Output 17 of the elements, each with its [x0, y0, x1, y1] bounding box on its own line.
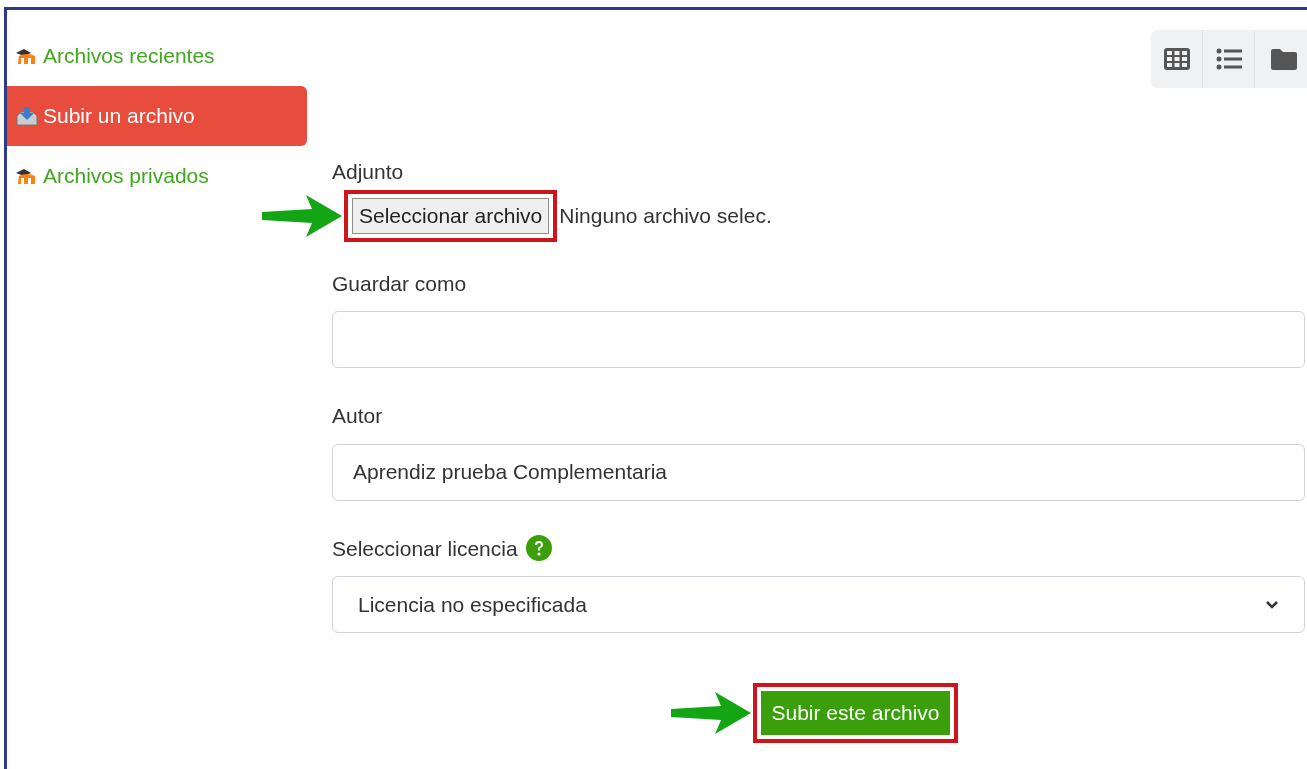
chevron-down-icon: [1265, 599, 1279, 610]
field-label: Adjunto: [332, 160, 404, 183]
sidebar-item[interactable]: Archivos recientes: [7, 26, 307, 86]
field-label: Seleccionar licencia: [332, 535, 518, 562]
inbox-upload-icon: [15, 106, 39, 126]
text-field[interactable]: [332, 311, 1305, 368]
field-label: Autor: [332, 403, 383, 429]
help-icon[interactable]: [525, 535, 552, 562]
field-label: Guardar como: [332, 270, 467, 297]
sidebar-item[interactable]: Subir un archivo: [7, 86, 307, 146]
sidebar-item[interactable]: Archivos privados: [7, 146, 307, 206]
license-select[interactable]: Licencia no especificada: [332, 576, 1305, 633]
upload-button[interactable]: Subir este archivo: [761, 691, 950, 735]
arrow-icon: [260, 192, 344, 239]
choose-file-button[interactable]: Seleccionar archivo: [352, 197, 550, 234]
text-field[interactable]: Aprendiz prueba Complementaria: [332, 443, 1305, 501]
file-status: Ninguno archivo selec.: [559, 202, 772, 229]
